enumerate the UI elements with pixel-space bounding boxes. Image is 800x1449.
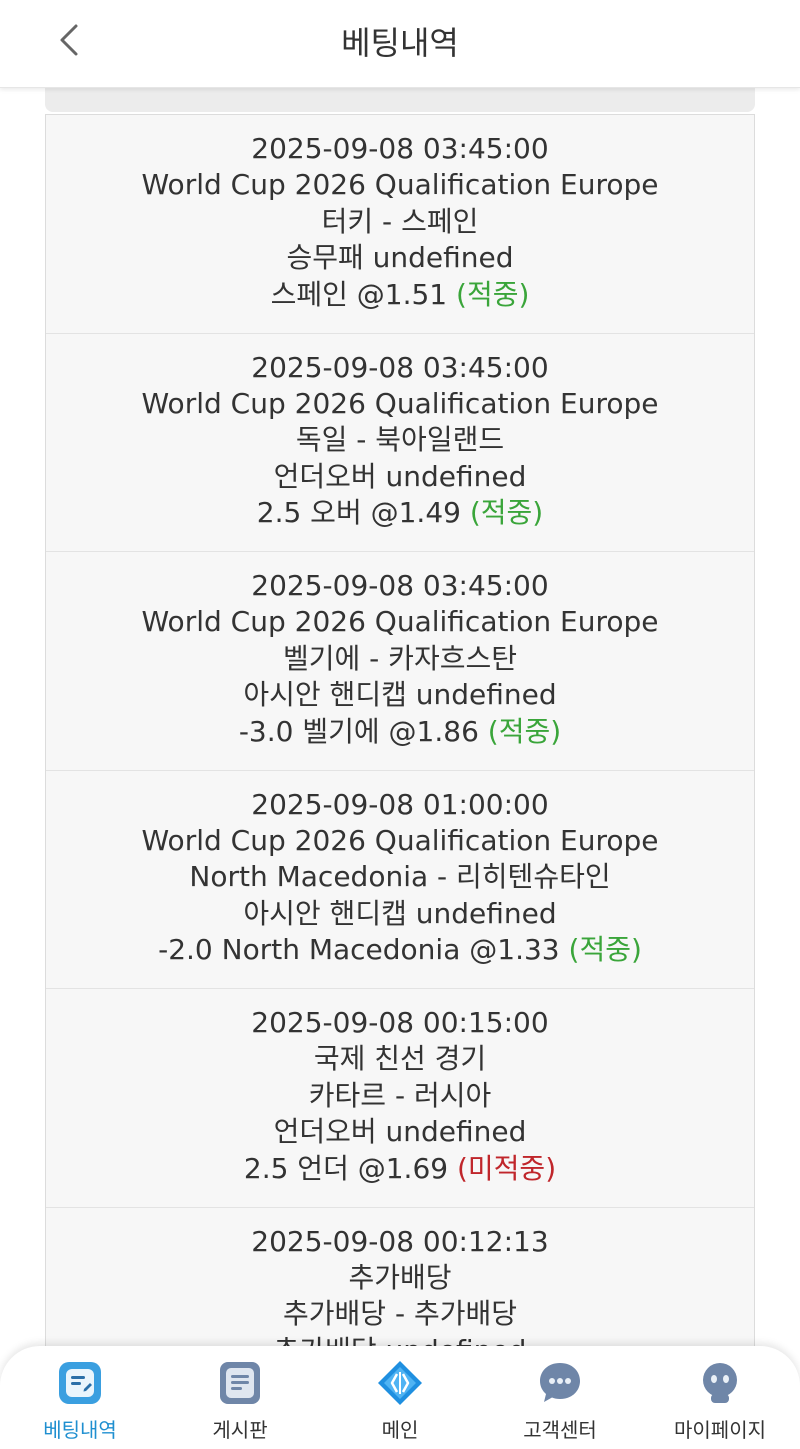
nav-item-customer-center[interactable]: 고객센터: [480, 1346, 640, 1449]
bet-datetime: 2025-09-08 00:15:00: [251, 1006, 549, 1039]
bet-pick: 2.5 오버 @1.49: [256, 496, 461, 530]
bet-datetime: 2025-09-08 01:00:00: [251, 787, 549, 821]
bet-pick-line: -3.0 벨기에 @1.86 (적중): [46, 714, 754, 750]
nav-item-board[interactable]: 게시판: [160, 1346, 320, 1449]
bet-market: 승무패 undefined: [286, 241, 514, 275]
bet-league: World Cup 2026 Qualification Europe: [141, 386, 659, 420]
bet-league: World Cup 2026 Qualification Europe: [141, 168, 659, 202]
nav-label: 게시판: [212, 1418, 268, 1442]
page-title: 베팅내역: [341, 24, 459, 62]
top-divider-strip: [45, 88, 755, 112]
betting-history-icon: [59, 1362, 101, 1404]
bet-datetime: 2025-09-08 03:45:00: [251, 569, 549, 602]
bet-league: World Cup 2026 Qualification Europe: [141, 605, 659, 639]
bet-league: World Cup 2026 Qualification Europe: [141, 823, 659, 857]
bet-market: 아시안 핸디캡 undefined: [243, 678, 557, 712]
bet-match: 터키 - 스페인: [321, 204, 479, 238]
header: 베팅내역: [0, 0, 800, 88]
bet-item[interactable]: 2025-09-08 03:45:00 World Cup 2026 Quali…: [46, 334, 754, 552]
bet-item[interactable]: 2025-09-08 00:15:00 국제 친선 경기 카타르 - 러시아 언…: [46, 989, 754, 1208]
bet-datetime: 2025-09-08 00:12:13: [251, 1224, 549, 1258]
bet-match: 추가배당 - 추가배당: [283, 1297, 517, 1331]
bet-league: 국제 친선 경기: [313, 1042, 487, 1076]
bet-item[interactable]: 2025-09-08 01:00:00 World Cup 2026 Quali…: [46, 771, 754, 989]
bet-pick-line: 스페인 @1.51 (적중): [46, 277, 754, 313]
nav-item-mypage[interactable]: 마이페이지: [640, 1346, 800, 1449]
bet-pick: -2.0 North Macedonia @1.33: [158, 933, 560, 967]
user-icon: [703, 1363, 737, 1403]
bet-item[interactable]: 2025-09-08 00:12:13 추가배당 추가배당 - 추가배당 추가배…: [46, 1208, 754, 1355]
bet-pick-line: 2.5 언더 @1.69 (미적중): [46, 1151, 754, 1187]
chat-bubble-icon: [540, 1363, 580, 1402]
nav-label: 마이페이지: [674, 1418, 766, 1442]
bet-datetime: 2025-09-08 03:45:00: [251, 350, 549, 384]
bet-match: 독일 - 북아일랜드: [295, 423, 505, 457]
bet-result: (미적중): [456, 1151, 557, 1185]
bet-datetime: 2025-09-08 03:45:00: [251, 132, 549, 165]
bet-pick-line: -2.0 North Macedonia @1.33 (적중): [46, 932, 754, 968]
bet-item[interactable]: 2025-09-08 03:45:00 World Cup 2026 Quali…: [46, 552, 754, 771]
bet-pick-line: 2.5 오버 @1.49 (적중): [46, 495, 754, 531]
bet-result: (적중): [456, 277, 530, 311]
bottom-nav: 베팅내역 게시판 메인 고객센터 마이페이지: [0, 1346, 800, 1449]
nav-item-betting-history[interactable]: 베팅내역: [0, 1346, 160, 1449]
nav-label: 베팅내역: [43, 1418, 117, 1442]
bet-market: 언더오버 undefined: [273, 459, 527, 493]
board-icon: [220, 1362, 260, 1404]
bet-pick: 2.5 언더 @1.69: [243, 1151, 449, 1185]
main-diamond-icon: [378, 1361, 422, 1405]
bet-market: 언더오버 undefined: [273, 1115, 527, 1149]
bet-market: 아시안 핸디캡 undefined: [243, 896, 557, 930]
bet-result: (적중): [469, 496, 544, 530]
bet-match: 벨기에 - 카자흐스탄: [283, 641, 517, 675]
nav-item-main[interactable]: 메인: [320, 1346, 480, 1449]
bet-result: (적중): [568, 933, 642, 967]
nav-label: 메인: [381, 1418, 419, 1442]
bet-pick: 스페인 @1.51: [270, 277, 448, 311]
bet-item[interactable]: 2025-09-08 03:45:00 World Cup 2026 Quali…: [46, 115, 754, 334]
bet-match: 카타르 - 러시아: [308, 1078, 492, 1112]
bet-match: North Macedonia - 리히텐슈타인: [189, 860, 611, 894]
nav-label: 고객센터: [523, 1418, 597, 1442]
bet-history-list: 2025-09-08 03:45:00 World Cup 2026 Quali…: [45, 114, 755, 1354]
bet-league: 추가배당: [348, 1260, 452, 1294]
bet-pick: -3.0 벨기에 @1.86: [238, 714, 479, 748]
bet-result: (적중): [487, 714, 562, 748]
